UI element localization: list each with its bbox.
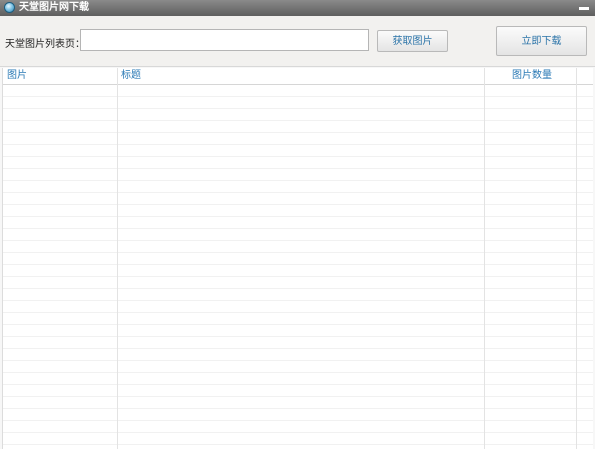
url-label: 天堂图片列表页：	[5, 39, 85, 50]
column-header-image-count[interactable]: 图片数量	[487, 68, 577, 85]
fetch-images-button[interactable]: 获取图片	[377, 30, 448, 52]
image-list-table[interactable]: 图片 标题 图片数量	[2, 68, 593, 449]
toolbar: 天堂图片列表页： 获取图片 立即下载	[0, 16, 595, 67]
list-page-url-input[interactable]	[80, 29, 369, 51]
column-header-title[interactable]: 标题	[121, 68, 141, 85]
window-title: 天堂图片网下载	[19, 2, 89, 13]
table-body[interactable]	[3, 85, 593, 449]
table-header: 图片 标题 图片数量	[3, 68, 593, 85]
app-globe-icon	[4, 2, 15, 13]
column-divider	[576, 68, 577, 449]
minimize-button[interactable]	[579, 7, 589, 10]
column-divider	[484, 68, 485, 449]
column-header-image[interactable]: 图片	[7, 68, 27, 85]
column-divider	[117, 68, 118, 449]
download-now-button[interactable]: 立即下载	[496, 26, 587, 56]
title-bar: 天堂图片网下载	[0, 0, 595, 16]
